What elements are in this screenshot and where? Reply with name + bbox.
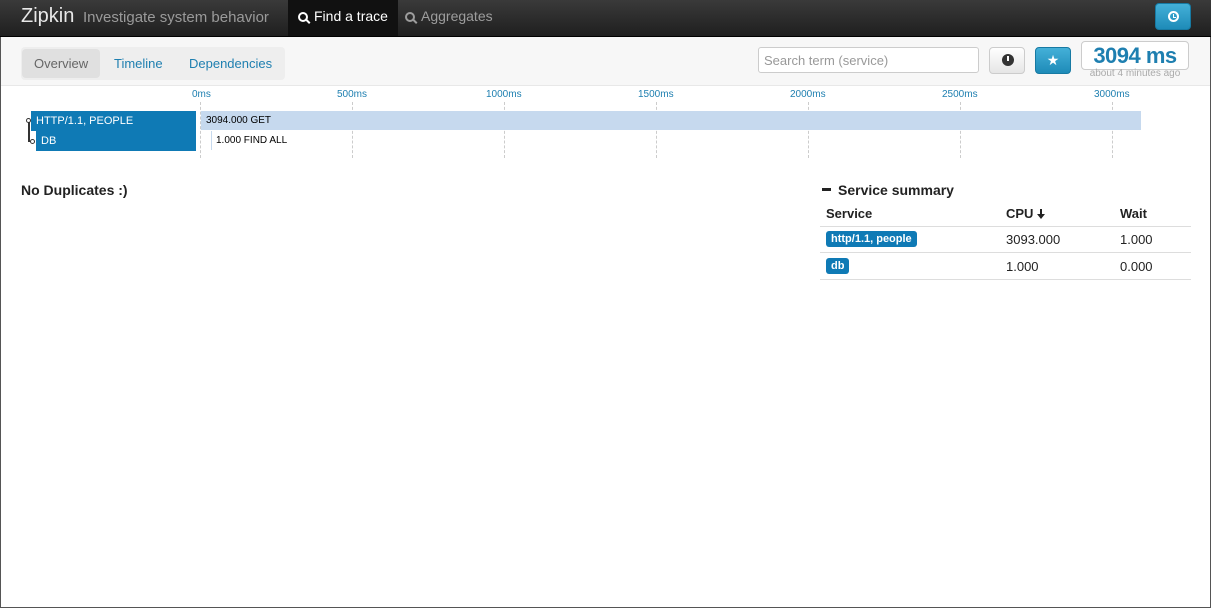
wait-value: 0.000 <box>1120 259 1153 274</box>
favorite-button[interactable]: ★ <box>1035 47 1071 74</box>
span-label: 1.000 FIND ALL <box>216 135 288 146</box>
trace-relative-time: about 4 minutes ago <box>1089 68 1181 79</box>
tagline: Investigate system behavior <box>83 9 269 26</box>
collapse-toggle[interactable] <box>30 139 35 144</box>
table-header-row: Service CPU Wait <box>820 200 1191 227</box>
table-row: db 1.000 0.000 <box>820 253 1191 280</box>
cpu-value: 3093.000 <box>1006 232 1061 247</box>
service-summary-title: Service summary <box>838 182 954 198</box>
table-row: http/1.1, people 3093.000 1.000 <box>820 226 1191 253</box>
nav-find-trace-label: Find a trace <box>314 8 388 24</box>
column-header-cpu-label: CPU <box>1006 206 1034 221</box>
view-tabs: Overview Timeline Dependencies <box>21 47 285 80</box>
span-service-label[interactable]: HTTP/1.1, PEOPLE <box>31 111 196 131</box>
service-badge[interactable]: db <box>826 258 850 274</box>
tab-dependencies[interactable]: Dependencies <box>177 49 284 78</box>
service-summary-toggle[interactable]: Service summary <box>822 182 954 198</box>
column-header-wait[interactable]: Wait <box>1120 206 1147 221</box>
tick-label: 1500ms <box>638 89 674 100</box>
tab-timeline[interactable]: Timeline <box>102 49 175 78</box>
info-icon <box>1002 54 1014 66</box>
span-bar[interactable] <box>211 131 212 150</box>
wait-value: 1.000 <box>1120 232 1153 247</box>
nav-find-trace[interactable]: Find a trace <box>288 0 398 36</box>
search-input[interactable] <box>758 47 979 73</box>
nav-aggregates[interactable]: Aggregates <box>395 0 503 36</box>
clock-icon <box>1168 11 1179 22</box>
trace-toolbar: Overview Timeline Dependencies ★ 3094 ms <box>1 37 1210 86</box>
search-icon <box>405 12 415 22</box>
sort-desc-icon <box>1037 209 1046 219</box>
column-header-service[interactable]: Service <box>826 206 872 221</box>
star-icon: ★ <box>1046 52 1060 68</box>
info-button[interactable] <box>989 47 1025 74</box>
search-icon <box>298 12 308 22</box>
span-service-label[interactable]: DB <box>36 131 196 151</box>
no-duplicates-message: No Duplicates :) <box>21 182 128 198</box>
minus-icon <box>822 188 831 191</box>
tick-label: 500ms <box>337 89 368 100</box>
tab-overview[interactable]: Overview <box>22 49 101 78</box>
nav-aggregates-label: Aggregates <box>421 8 493 24</box>
column-header-cpu[interactable]: CPU <box>1006 206 1046 221</box>
time-range-button[interactable] <box>1155 3 1191 30</box>
trace-duration: 3094 ms <box>1093 43 1177 68</box>
tick-label: 3000ms <box>1094 89 1130 100</box>
span-bar[interactable] <box>201 111 1141 130</box>
tick-label: 2000ms <box>790 89 826 100</box>
service-badge[interactable]: http/1.1, people <box>826 231 917 247</box>
tick-label: 0ms <box>192 89 211 100</box>
top-navbar: Zipkin Investigate system behavior Find … <box>0 0 1211 37</box>
tick-label: 1000ms <box>486 89 522 100</box>
tick-label: 2500ms <box>942 89 978 100</box>
span-label: 3094.000 GET <box>206 115 272 126</box>
brand-logo[interactable]: Zipkin <box>21 5 74 28</box>
cpu-value: 1.000 <box>1006 259 1039 274</box>
trace-duration-box: 3094 ms <box>1081 41 1189 70</box>
